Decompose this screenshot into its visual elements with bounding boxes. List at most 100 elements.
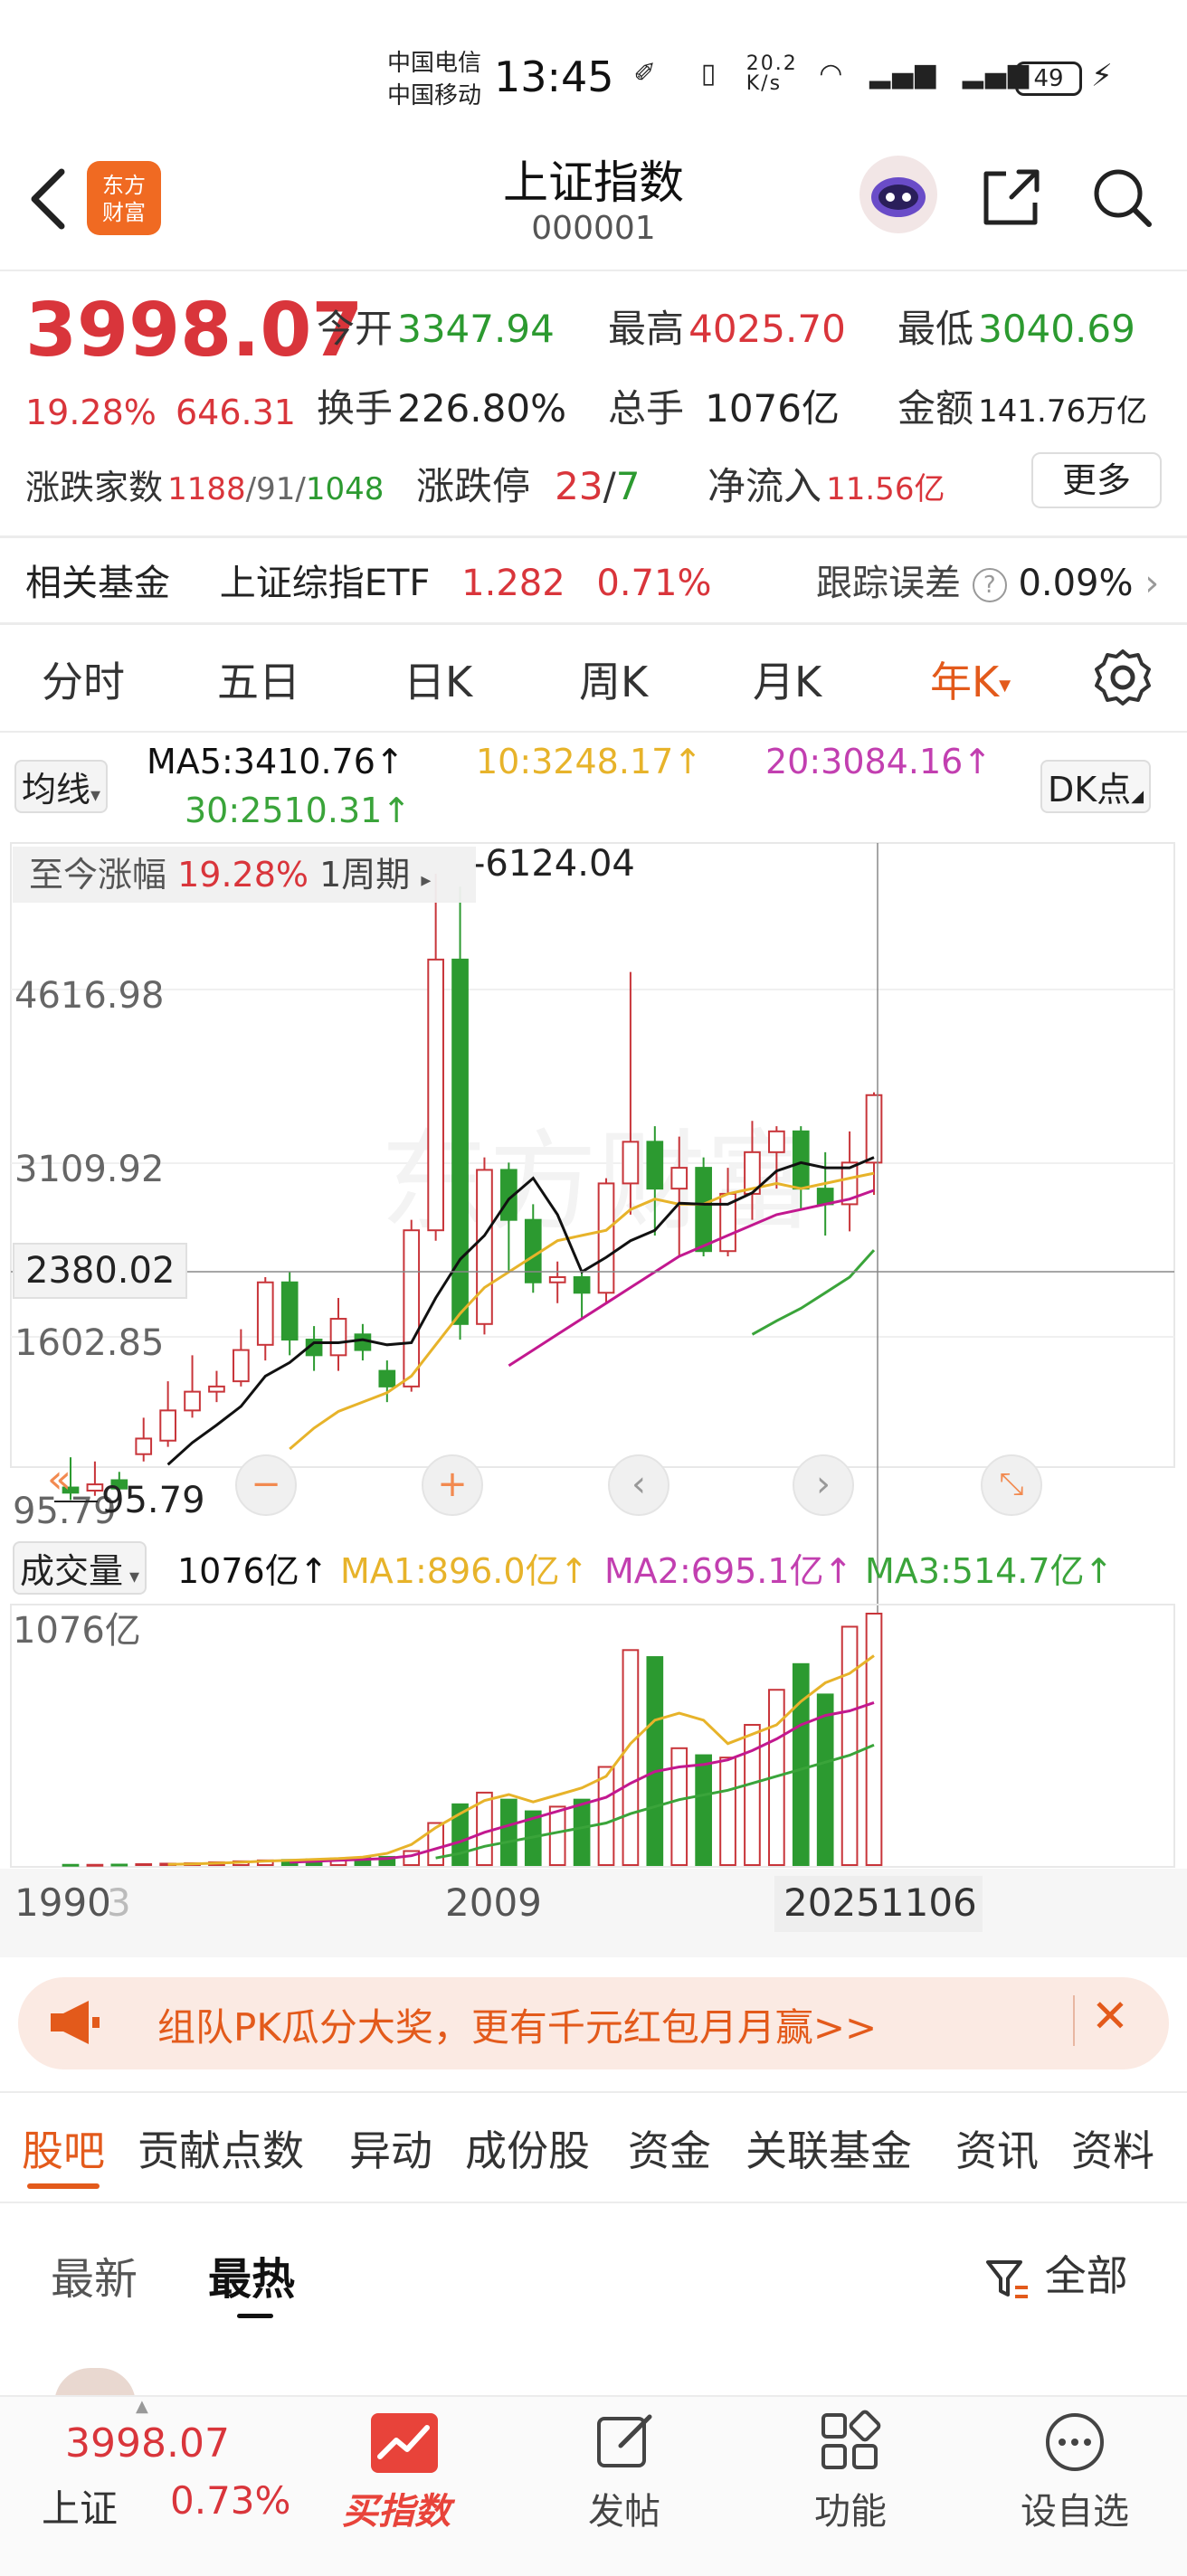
related-fund-row[interactable]: 相关基金 上证综指ETF 1.282 0.71% xyxy=(25,554,711,606)
candle-up xyxy=(256,1281,274,1346)
divider xyxy=(0,2202,1187,2203)
candle-down xyxy=(792,1130,810,1190)
volume-bar xyxy=(744,1723,761,1866)
nav-index-pct[interactable]: 0.73% xyxy=(170,2478,290,2523)
divider xyxy=(0,535,1187,538)
kline-chart[interactable]: 东方财富 4616.98 3109.92 1602.85 95.79 95.79… xyxy=(0,839,1187,1957)
ma20-value: 20:3084.16↑ xyxy=(765,742,992,781)
more-dots-icon[interactable] xyxy=(1042,2410,1107,2475)
expand-up-icon[interactable]: ▲ xyxy=(136,2397,148,2416)
post-edit-icon[interactable] xyxy=(594,2410,657,2473)
sort-latest[interactable]: 最新 xyxy=(51,2243,138,2306)
candle-down xyxy=(573,1275,591,1294)
dk-point-selector[interactable]: DK点◢ xyxy=(1040,760,1152,813)
tab-daily-k[interactable]: 日K xyxy=(404,649,472,709)
filter-icon xyxy=(986,2259,1028,2298)
volume-bar xyxy=(573,1798,591,1866)
candle-up xyxy=(865,1094,883,1164)
rewind-icon[interactable]: « xyxy=(47,1456,71,1502)
tab-guba[interactable]: 股吧 xyxy=(22,2118,105,2178)
low-stat: 最低 3040.69 xyxy=(897,307,1135,351)
nav-function[interactable]: 功能 xyxy=(787,2482,914,2534)
megaphone-icon xyxy=(51,2001,100,2044)
tracking-error[interactable]: 跟踪误差 ? 0.09% › xyxy=(816,554,1159,606)
function-grid-icon[interactable] xyxy=(818,2410,881,2473)
signal-5g-icon-1: ▂▄▆ xyxy=(869,57,938,90)
banner-divider xyxy=(1073,1995,1075,2046)
x-tick-mid: 2009 xyxy=(445,1880,542,1925)
zoom-in-button[interactable]: + xyxy=(422,1454,483,1516)
nav-index-name[interactable]: 上证 xyxy=(42,2478,118,2533)
tab-yearly-k[interactable]: 年K▾ xyxy=(930,649,1011,709)
tab-constituents[interactable]: 成份股 xyxy=(465,2118,590,2178)
volume-bar xyxy=(646,1656,664,1867)
search-icon[interactable] xyxy=(1089,165,1154,230)
carrier-1: 中国电信 xyxy=(387,50,482,77)
fund-name: 上证综指ETF xyxy=(219,563,431,604)
max-price-label: -6124.04 xyxy=(472,843,635,885)
tab-intraday[interactable]: 分时 xyxy=(42,649,125,709)
ma-selector[interactable]: 均线▾ xyxy=(14,760,109,813)
min-price-label: 95.79 xyxy=(101,1480,205,1521)
buy-index-label[interactable]: 买指数 xyxy=(342,2482,451,2534)
close-icon[interactable]: ✕ xyxy=(1091,1990,1129,2042)
stock-code: 000001 xyxy=(531,210,656,247)
clock: 13:45 xyxy=(494,52,614,101)
share-icon[interactable] xyxy=(979,165,1044,230)
scroll-right-button[interactable]: › xyxy=(793,1454,854,1516)
volume-indicator-selector[interactable]: 成交量 ▾ xyxy=(13,1541,147,1595)
tab-movement[interactable]: 异动 xyxy=(349,2118,432,2178)
candle-down xyxy=(354,1333,372,1351)
banner-text[interactable]: 组队PK瓜分大奖，更有千元红包月月赢>> xyxy=(157,1997,877,2052)
filter-all[interactable]: 全部 xyxy=(983,2243,1128,2304)
nav-index-price[interactable]: 3998.07 xyxy=(65,2420,230,2467)
candle-up xyxy=(159,1409,176,1442)
amount-stat: 金额 141.76万亿 xyxy=(897,386,1148,431)
carrier-info: 中国电信 中国移动 xyxy=(387,47,481,112)
back-arrow-icon[interactable] xyxy=(25,163,71,235)
dropdown-caret-icon: ▾ xyxy=(90,784,101,807)
tab-monthly-k[interactable]: 月K xyxy=(753,649,821,709)
volume-ma2: MA2:695.1亿↑ xyxy=(604,1551,853,1591)
x-tick-start: 1990 xyxy=(14,1880,111,1925)
tab-contribution[interactable]: 贡献点数 xyxy=(138,2118,304,2178)
fullscreen-button[interactable]: ⤡ xyxy=(981,1454,1042,1516)
sort-hot[interactable]: 最热 xyxy=(208,2243,295,2306)
more-button[interactable]: 更多 xyxy=(1031,452,1162,508)
volume-ma-lines-group xyxy=(167,1654,875,1866)
fund-label: 相关基金 xyxy=(25,563,170,604)
volume-bar xyxy=(719,1757,736,1866)
buy-index-icon[interactable] xyxy=(371,2413,438,2473)
brand-logo[interactable]: 东方 财富 xyxy=(87,161,161,235)
assistant-robot-icon[interactable] xyxy=(859,156,937,233)
candle-up xyxy=(597,1182,615,1294)
volume-bar xyxy=(695,1754,712,1867)
chevron-right-icon: ▸ xyxy=(421,869,432,892)
status-bar: 中国电信 中国移动 13:45 ✐ ▯ 20.2 K/s ◠ ▂▄▆ ▂▄▆ 4… xyxy=(0,0,1187,154)
link-icon: ✐ xyxy=(633,57,659,90)
candle-up xyxy=(670,1167,688,1190)
tab-related-funds[interactable]: 关联基金 xyxy=(745,2118,912,2178)
volume-bar xyxy=(135,1862,153,1867)
x-tick-start-clip: 3 xyxy=(107,1880,131,1925)
volume-bar xyxy=(86,1863,104,1867)
candle-up xyxy=(548,1275,566,1283)
settings-gear-icon[interactable] xyxy=(1093,648,1153,707)
range-change-box[interactable]: 至今涨幅 19.28% 1周期 ▸ xyxy=(13,847,476,903)
volume-ma3: MA3:514.7亿↑ xyxy=(865,1551,1114,1591)
tab-five-day[interactable]: 五日 xyxy=(217,649,300,709)
chevron-right-icon: › xyxy=(1144,563,1160,604)
nav-add-watchlist[interactable]: 设自选 xyxy=(1011,2482,1138,2534)
nav-post[interactable]: 发帖 xyxy=(561,2482,688,2534)
candle-down xyxy=(524,1218,542,1283)
zoom-out-button[interactable]: − xyxy=(235,1454,297,1516)
tab-news[interactable]: 资讯 xyxy=(955,2118,1039,2178)
candle-down xyxy=(646,1141,664,1190)
tab-profile[interactable]: 资料 xyxy=(1071,2118,1154,2178)
volume-bar xyxy=(548,1805,566,1867)
tab-capital[interactable]: 资金 xyxy=(628,2118,711,2178)
candle-up xyxy=(768,1130,785,1153)
corner-caret-icon: ◢ xyxy=(1131,787,1144,806)
tab-weekly-k[interactable]: 周K xyxy=(579,649,648,709)
scroll-left-button[interactable]: ‹ xyxy=(608,1454,669,1516)
